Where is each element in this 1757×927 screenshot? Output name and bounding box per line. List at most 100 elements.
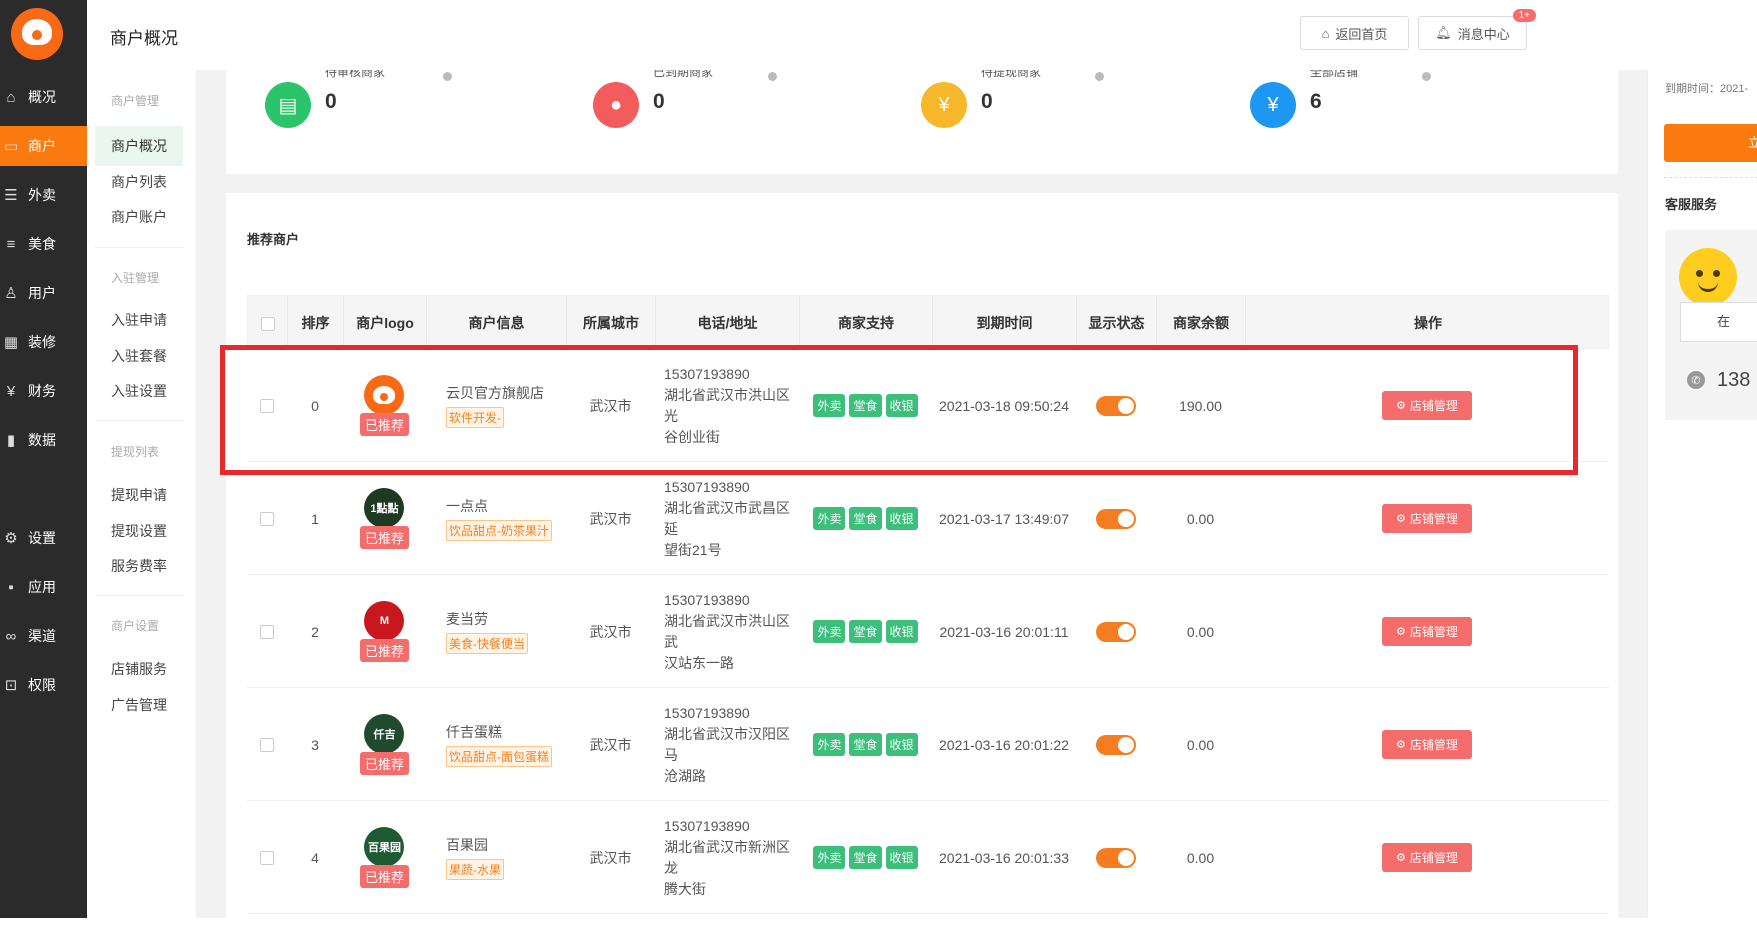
gear-icon: ⚙ xyxy=(1396,626,1406,638)
support-tag-cashier: 收银 xyxy=(885,846,918,869)
submenu-item-withdraw-apply[interactable]: 提现申请 xyxy=(95,475,183,515)
home-icon: ⌂ xyxy=(6,88,16,106)
row-checkbox[interactable] xyxy=(260,511,274,526)
order-cell: 3 xyxy=(311,736,319,753)
table-row: 1 1點點 已推荐 一点点 饮品甜点-奶茶果汁 武汉市 15307193890 湖北省武汉市武… xyxy=(247,462,1609,575)
home-button[interactable]: ⌂ 返回首页 xyxy=(1300,16,1409,50)
phone-address-cell: 15307193890 湖北省武汉市汉阳区马 沧湖路 xyxy=(655,688,799,801)
nav-item-3[interactable]: ≡ 美食 xyxy=(0,224,87,264)
submenu-item-accounts[interactable]: 商户账户 xyxy=(95,197,183,237)
submenu-item-overview[interactable]: 商户概况 xyxy=(95,126,183,166)
merchant-category-tag: 饮品甜点-奶茶果汁 xyxy=(446,520,552,541)
submenu-item-list[interactable]: 商户列表 xyxy=(95,162,183,202)
support-tag-dine-in: 堂食 xyxy=(849,846,882,869)
nav-item-label: 数据 xyxy=(28,432,56,448)
customer-service-avatar-icon xyxy=(1679,248,1737,306)
merchant-name: 仟吉蛋糕 xyxy=(446,724,502,740)
col-phone-address: 电话/地址 xyxy=(656,296,800,350)
store-manage-button[interactable]: ⚙ 店铺管理 xyxy=(1382,730,1472,759)
store-manage-label: 店铺管理 xyxy=(1409,738,1458,752)
store-manage-button[interactable]: ⚙ 店铺管理 xyxy=(1382,843,1472,872)
row-checkbox-cell[interactable] xyxy=(247,688,287,801)
actions-cell: ⚙ 店铺管理 xyxy=(1245,688,1609,801)
nav-item-11[interactable]: ⊡ 权限 xyxy=(0,665,87,705)
gear-icon: ⚙ xyxy=(1396,739,1406,751)
nav-item-6[interactable]: ¥ 财务 xyxy=(0,371,87,411)
message-center-button[interactable]: 🔔︎ 消息中心 1+ xyxy=(1418,9,1536,50)
submenu-item-entry-apply[interactable]: 入驻申请 xyxy=(95,300,183,340)
renew-button[interactable]: 立 xyxy=(1664,124,1757,162)
support-tag-cashier: 收银 xyxy=(885,733,918,756)
section-title: 推荐商户 xyxy=(247,232,300,247)
stats-card xyxy=(226,70,1618,174)
city-cell: 武汉市 xyxy=(589,736,632,753)
nav-item-label: 美食 xyxy=(28,236,56,252)
support-cell: 外卖 堂食 收银 xyxy=(799,462,932,575)
merchant-category-tag: 美食-快餐便当 xyxy=(446,633,528,654)
nav-item-0[interactable]: ⌂ 概况 xyxy=(0,77,87,117)
submenu-item-service-rate[interactable]: 服务费率 xyxy=(95,546,183,586)
header-checkbox-cell[interactable] xyxy=(248,296,288,350)
nav-item-10[interactable]: ∞ 渠道 xyxy=(0,616,87,656)
balance-cell: 0.00 xyxy=(1186,849,1215,866)
nav-item-4[interactable]: ♙ 用户 xyxy=(0,273,87,313)
row-checkbox-cell[interactable] xyxy=(247,575,287,688)
store-manage-label: 店铺管理 xyxy=(1409,512,1458,526)
highlight-box xyxy=(220,345,1578,475)
col-expire: 到期时间 xyxy=(933,296,1077,350)
service-phone-number: 138 xyxy=(1717,368,1751,391)
nav-item-label: 渠道 xyxy=(28,628,56,644)
merchant-phone: 15307193890 xyxy=(664,591,750,608)
user-icon: ● xyxy=(593,82,639,128)
merchant-address-line1: 湖北省武汉市武昌区延 xyxy=(664,499,790,537)
nav-item-label: 用户 xyxy=(28,285,56,301)
merchant-logo: 百果园 xyxy=(364,827,405,867)
bell-icon: 🔔︎ xyxy=(1435,25,1452,40)
row-checkbox[interactable] xyxy=(260,737,274,752)
nav-item-1[interactable]: ▭ 商户 xyxy=(0,126,87,166)
home-button-label: 返回首页 xyxy=(1335,26,1388,42)
merchant-address-line2: 腾大街 xyxy=(664,880,706,897)
row-checkbox-cell[interactable] xyxy=(247,801,287,914)
online-service-button[interactable]: 在 xyxy=(1680,302,1757,342)
table-row: 3 仟吉 已推荐 仟吉蛋糕 饮品甜点-面包蛋糕 武汉市 15307193890 湖北省武汉市汉… xyxy=(247,688,1609,801)
display-status-toggle[interactable] xyxy=(1096,734,1136,755)
logo-cell: 1點點 已推荐 xyxy=(343,462,426,575)
submenu-item-withdraw-settings[interactable]: 提现设置 xyxy=(95,511,183,551)
submenu-item-entry-package[interactable]: 入驻套餐 xyxy=(95,336,183,376)
nav-item-2[interactable]: ☰ 外卖 xyxy=(0,175,87,215)
nav-item-5[interactable]: ▦ 装修 xyxy=(0,322,87,362)
apps-icon: ▪ xyxy=(8,578,14,596)
submenu-item-entry-settings[interactable]: 入驻设置 xyxy=(95,371,183,411)
merchant-phone: 15307193890 xyxy=(664,478,750,495)
submenu-group-entry: 入驻管理 xyxy=(111,271,160,285)
divider xyxy=(1664,177,1757,178)
submenu-item-ad-manage[interactable]: 广告管理 xyxy=(95,685,183,725)
info-dot-icon xyxy=(768,72,777,81)
nav-item-7[interactable]: ▮ 数据 xyxy=(0,420,87,460)
bar-chart-icon: ▮ xyxy=(6,432,16,449)
select-all-checkbox[interactable] xyxy=(260,317,275,332)
row-checkbox[interactable] xyxy=(260,624,274,639)
home-icon: ⌂ xyxy=(1321,25,1330,41)
submenu-divider xyxy=(95,247,183,248)
display-status-toggle[interactable] xyxy=(1096,621,1136,642)
expire-cell: 2021-03-16 20:01:33 xyxy=(939,849,1069,866)
nav-item-8[interactable]: ⚙ 设置 xyxy=(0,518,87,558)
city-cell: 武汉市 xyxy=(589,510,632,527)
submenu-item-store-service[interactable]: 店铺服务 xyxy=(95,649,183,689)
col-info: 商户信息 xyxy=(427,296,567,350)
nav-item-9[interactable]: ▪ 应用 xyxy=(0,567,87,607)
nav-item-label: 财务 xyxy=(28,383,56,399)
store-manage-button[interactable]: ⚙ 店铺管理 xyxy=(1382,504,1472,533)
app-logo[interactable] xyxy=(11,8,63,60)
row-checkbox[interactable] xyxy=(260,850,274,865)
user-icon: ♙ xyxy=(4,285,18,302)
row-checkbox-cell[interactable] xyxy=(247,462,287,575)
display-status-toggle[interactable] xyxy=(1096,847,1136,868)
store-manage-button[interactable]: ⚙ 店铺管理 xyxy=(1382,617,1472,646)
support-tag-takeout: 外卖 xyxy=(813,507,846,530)
display-status-toggle[interactable] xyxy=(1096,508,1136,529)
sub-menu: 商户管理 商户概况 商户列表 商户账户 入驻管理 入驻申请 入驻套餐 入驻设置 … xyxy=(87,70,197,918)
support-cell: 外卖 堂食 收银 xyxy=(799,801,932,914)
